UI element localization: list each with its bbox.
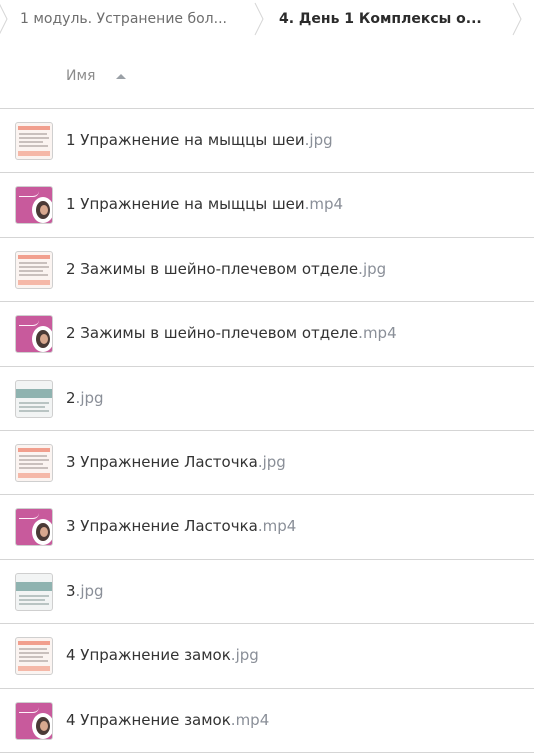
breadcrumb: 1 модуль. Устранение бол... 4. День 1 Ко… <box>0 0 534 38</box>
file-extension: .jpg <box>257 452 286 471</box>
image-thumbnail-icon <box>15 250 53 289</box>
breadcrumb-chevron-icon <box>0 3 8 35</box>
file-row[interactable]: 1 Упражнение на мыщцы шеи.jpg <box>0 109 534 174</box>
file-name[interactable]: 1 Упражнение на мыщцы шеи.mp4 <box>66 195 343 213</box>
file-name[interactable]: 2 Зажимы в шейно-плечевом отделе.jpg <box>66 260 386 278</box>
file-extension: .jpg <box>230 646 259 665</box>
breadcrumb-item-current[interactable]: 4. День 1 Комплексы о... <box>279 0 493 38</box>
breadcrumb-chevron-icon <box>512 2 522 36</box>
file-extension: .mp4 <box>304 195 344 214</box>
video-thumbnail-icon <box>15 508 53 547</box>
file-extension: .jpg <box>358 259 387 278</box>
image-thumbnail-icon <box>15 379 53 418</box>
file-extension: .jpg <box>304 131 333 149</box>
file-name[interactable]: 2.jpg <box>66 389 104 407</box>
image-thumbnail-icon <box>15 122 53 160</box>
file-row[interactable]: 4 Упражнение замок.jpg <box>0 624 534 689</box>
file-name-base: 1 Упражнение на мыщцы шеи <box>66 195 305 214</box>
file-name[interactable]: 2 Зажимы в шейно-плечевом отделе.mp4 <box>66 324 397 342</box>
file-name[interactable]: 3 Упражнение Ласточка.mp4 <box>66 517 296 535</box>
video-thumbnail-icon <box>15 315 53 354</box>
file-extension: .mp4 <box>358 324 397 343</box>
video-thumbnail-icon <box>15 186 53 225</box>
breadcrumb-chevron-icon <box>254 2 264 36</box>
file-row[interactable]: 1 Упражнение на мыщцы шеи.mp4 <box>0 173 534 238</box>
image-thumbnail-icon <box>15 443 53 482</box>
file-name-base: 4 Упражнение замок <box>66 646 231 665</box>
image-thumbnail-icon <box>15 572 53 611</box>
file-row[interactable]: 3.jpg <box>0 560 534 625</box>
file-name-base: 2 Зажимы в шейно-плечевом отделе <box>66 324 359 343</box>
list-header: Имя <box>0 50 534 109</box>
sort-ascending-icon[interactable] <box>116 74 126 79</box>
file-name[interactable]: 4 Упражнение замок.mp4 <box>66 711 269 729</box>
file-row[interactable]: 2 Зажимы в шейно-плечевом отделе.mp4 <box>0 302 534 367</box>
file-name[interactable]: 3 Упражнение Ласточка.jpg <box>66 453 286 471</box>
file-extension: .jpg <box>75 388 104 407</box>
file-row[interactable]: 3 Упражнение Ласточка.mp4 <box>0 495 534 560</box>
file-row[interactable]: 2 Зажимы в шейно-плечевом отделе.jpg <box>0 238 534 303</box>
column-header-name[interactable]: Имя <box>66 68 95 84</box>
file-name[interactable]: 3.jpg <box>66 582 104 600</box>
file-name-base: 3 Упражнение Ласточка <box>66 517 258 536</box>
file-name[interactable]: 1 Упражнение на мыщцы шеи.jpg <box>66 131 333 149</box>
file-name-base: 2 <box>66 388 76 407</box>
file-row[interactable]: 4 Упражнение замок.mp4 <box>0 689 534 753</box>
file-name-base: 3 Упражнение Ласточка <box>66 452 258 471</box>
video-thumbnail-icon <box>15 701 53 740</box>
file-extension: .jpg <box>75 581 104 600</box>
file-extension: .mp4 <box>230 710 270 729</box>
file-name-base: 4 Упражнение замок <box>66 710 231 729</box>
file-name-base: 2 Зажимы в шейно-плечевом отделе <box>66 259 359 278</box>
file-name[interactable]: 4 Упражнение замок.jpg <box>66 646 259 664</box>
file-list: 1 Упражнение на мыщцы шеи.jpg 1 Упражнени… <box>0 109 534 753</box>
breadcrumb-item-module[interactable]: 1 модуль. Устранение бол... <box>20 0 242 38</box>
file-row[interactable]: 3 Упражнение Ласточка.jpg <box>0 431 534 496</box>
file-row[interactable]: 2.jpg <box>0 367 534 431</box>
file-name-base: 1 Упражнение на мыщцы шеи <box>66 131 305 149</box>
file-extension: .mp4 <box>257 517 297 536</box>
file-name-base: 3 <box>66 581 76 600</box>
image-thumbnail-icon <box>15 637 53 676</box>
